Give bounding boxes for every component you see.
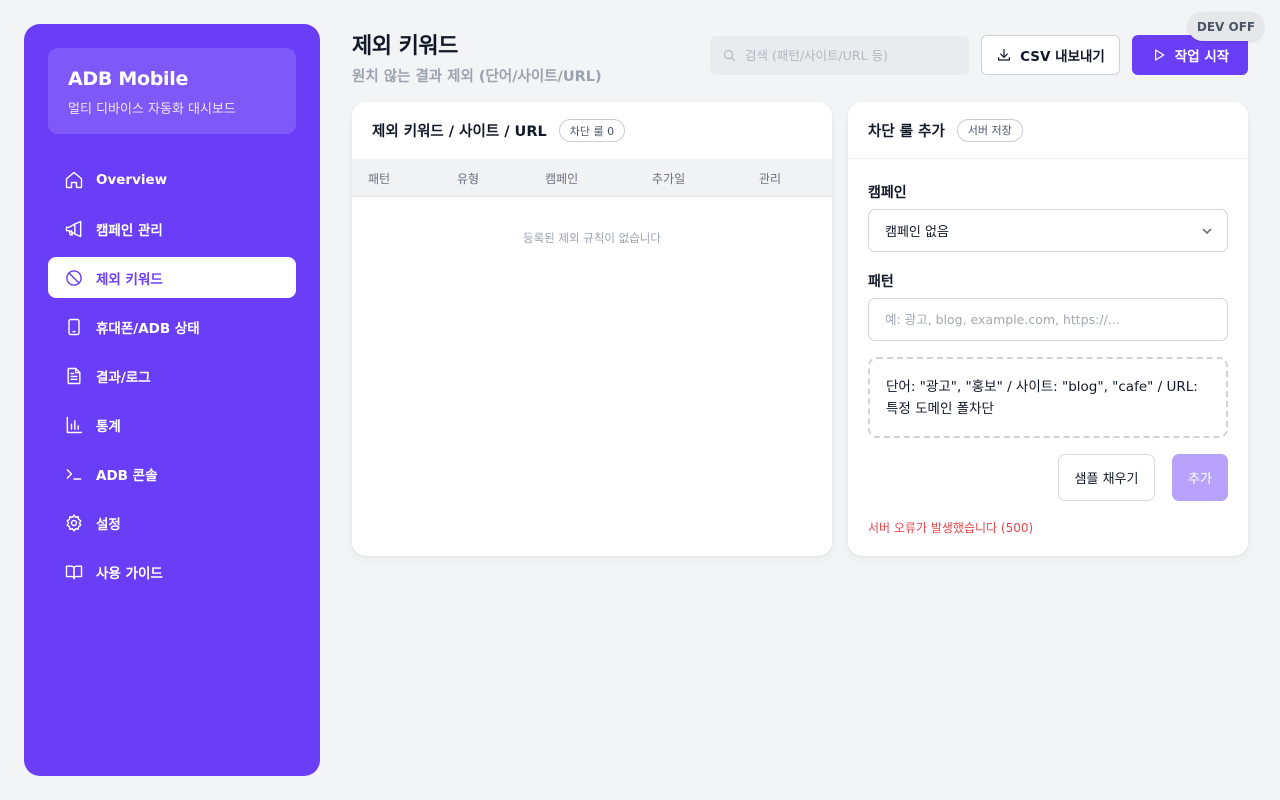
campaign-label: 캠페인 xyxy=(868,185,907,201)
fill-sample-button[interactable]: 샘플 채우기 xyxy=(1058,454,1155,501)
add-rule-card: 차단 룰 추가 서버 저장 캠페인 캠페인 없음 패턴 단어: "광고", "홍… xyxy=(848,102,1248,556)
gear-icon xyxy=(64,513,84,533)
sidebar-item-label: 휴대폰/ADB 상태 xyxy=(96,320,200,337)
rules-card-header: 제외 키워드 / 사이트 / URL 차단 룰 0 xyxy=(352,102,832,159)
download-icon xyxy=(996,47,1012,63)
sidebar-item-phone-adb[interactable]: 휴대폰/ADB 상태 xyxy=(48,306,296,347)
sidebar-item-overview[interactable]: Overview xyxy=(48,159,296,200)
pattern-hint-box: 단어: "광고", "홍보" / 사이트: "blog", "cafe" / U… xyxy=(868,357,1228,438)
dev-mode-toggle[interactable]: DEV OFF xyxy=(1188,12,1264,41)
smartphone-icon xyxy=(64,317,84,337)
csv-export-button[interactable]: CSV 내보내기 xyxy=(981,35,1120,75)
book-icon xyxy=(64,562,84,582)
sidebar-item-label: 결과/로그 xyxy=(96,369,151,386)
error-message: 서버 오류가 발생했습니다 (500) xyxy=(868,521,1034,535)
terminal-icon xyxy=(64,464,84,484)
column-header-manage: 관리 xyxy=(759,172,782,186)
rule-count-badge: 차단 룰 0 xyxy=(558,119,626,142)
brand-panel: ADB Mobile 멀티 디바이스 자동화 대시보드 xyxy=(48,48,296,134)
column-header-pattern[interactable]: 패턴 xyxy=(368,170,390,187)
sidebar: ADB Mobile 멀티 디바이스 자동화 대시보드 Overview 캠페인… xyxy=(24,24,320,776)
bar-chart-icon xyxy=(64,415,84,435)
rules-table-header: 패턴 유형 캠페인 추가일 관리 xyxy=(352,159,832,197)
search-box[interactable] xyxy=(710,36,969,75)
megaphone-icon xyxy=(64,219,84,239)
add-rule-card-title: 차단 룰 추가 xyxy=(868,123,945,140)
sidebar-item-label: Overview xyxy=(96,171,168,188)
sidebar-item-campaigns[interactable]: 캠페인 관리 xyxy=(48,208,296,249)
start-job-button[interactable]: 작업 시작 xyxy=(1132,35,1248,75)
sidebar-item-results-logs[interactable]: 결과/로그 xyxy=(48,355,296,396)
file-text-icon xyxy=(64,366,84,386)
search-icon xyxy=(722,48,737,63)
play-icon xyxy=(1151,47,1167,63)
column-header-campaign[interactable]: 캠페인 xyxy=(545,170,578,187)
campaign-select-value: 캠페인 없음 xyxy=(885,225,949,240)
column-header-added-date[interactable]: 추가일 xyxy=(652,170,685,187)
add-rule-button[interactable]: 추가 xyxy=(1172,454,1228,501)
sidebar-item-adb-console[interactable]: ADB 콘솔 xyxy=(48,453,296,494)
rules-card-title: 제외 키워드 / 사이트 / URL xyxy=(372,124,547,140)
brand-title: ADB Mobile xyxy=(68,68,189,90)
sidebar-item-label: 캠페인 관리 xyxy=(96,222,163,239)
sidebar-item-exclude-keywords[interactable]: 제외 키워드 xyxy=(48,257,296,298)
sidebar-nav: Overview 캠페인 관리 제외 키워드 휴대폰/ADB 상태 결과/로그 xyxy=(48,159,296,600)
sidebar-item-label: 통계 xyxy=(96,418,121,435)
pattern-label: 패턴 xyxy=(868,274,894,290)
sidebar-item-label: 사용 가이드 xyxy=(96,565,163,582)
pattern-input[interactable] xyxy=(868,298,1228,341)
sidebar-item-guide[interactable]: 사용 가이드 xyxy=(48,551,296,592)
csv-export-label: CSV 내보내기 xyxy=(1020,49,1105,65)
server-save-badge: 서버 저장 xyxy=(956,118,1023,142)
ban-icon xyxy=(64,268,84,288)
campaign-select[interactable]: 캠페인 없음 xyxy=(868,209,1228,252)
sidebar-item-settings[interactable]: 설정 xyxy=(48,502,296,543)
rules-card: 제외 키워드 / 사이트 / URL 차단 룰 0 패턴 유형 캠페인 추가일 … xyxy=(352,102,832,556)
search-input[interactable] xyxy=(745,48,965,63)
column-header-type[interactable]: 유형 xyxy=(457,170,479,187)
brand-subtitle: 멀티 디바이스 자동화 대시보드 xyxy=(68,102,236,117)
sidebar-item-stats[interactable]: 통계 xyxy=(48,404,296,445)
start-job-label: 작업 시작 xyxy=(1174,49,1230,65)
page-title: 제외 키워드 xyxy=(352,34,458,59)
sidebar-item-label: 설정 xyxy=(96,516,121,533)
home-icon xyxy=(64,170,84,190)
rules-empty-message: 등록된 제외 규칙이 없습니다 xyxy=(523,231,661,245)
add-rule-card-header: 차단 룰 추가 서버 저장 xyxy=(848,102,1248,159)
sidebar-item-label: ADB 콘솔 xyxy=(96,467,158,484)
page-subtitle: 원치 않는 결과 제외 (단어/사이트/URL) xyxy=(352,69,602,85)
sidebar-item-label: 제외 키워드 xyxy=(96,271,163,288)
